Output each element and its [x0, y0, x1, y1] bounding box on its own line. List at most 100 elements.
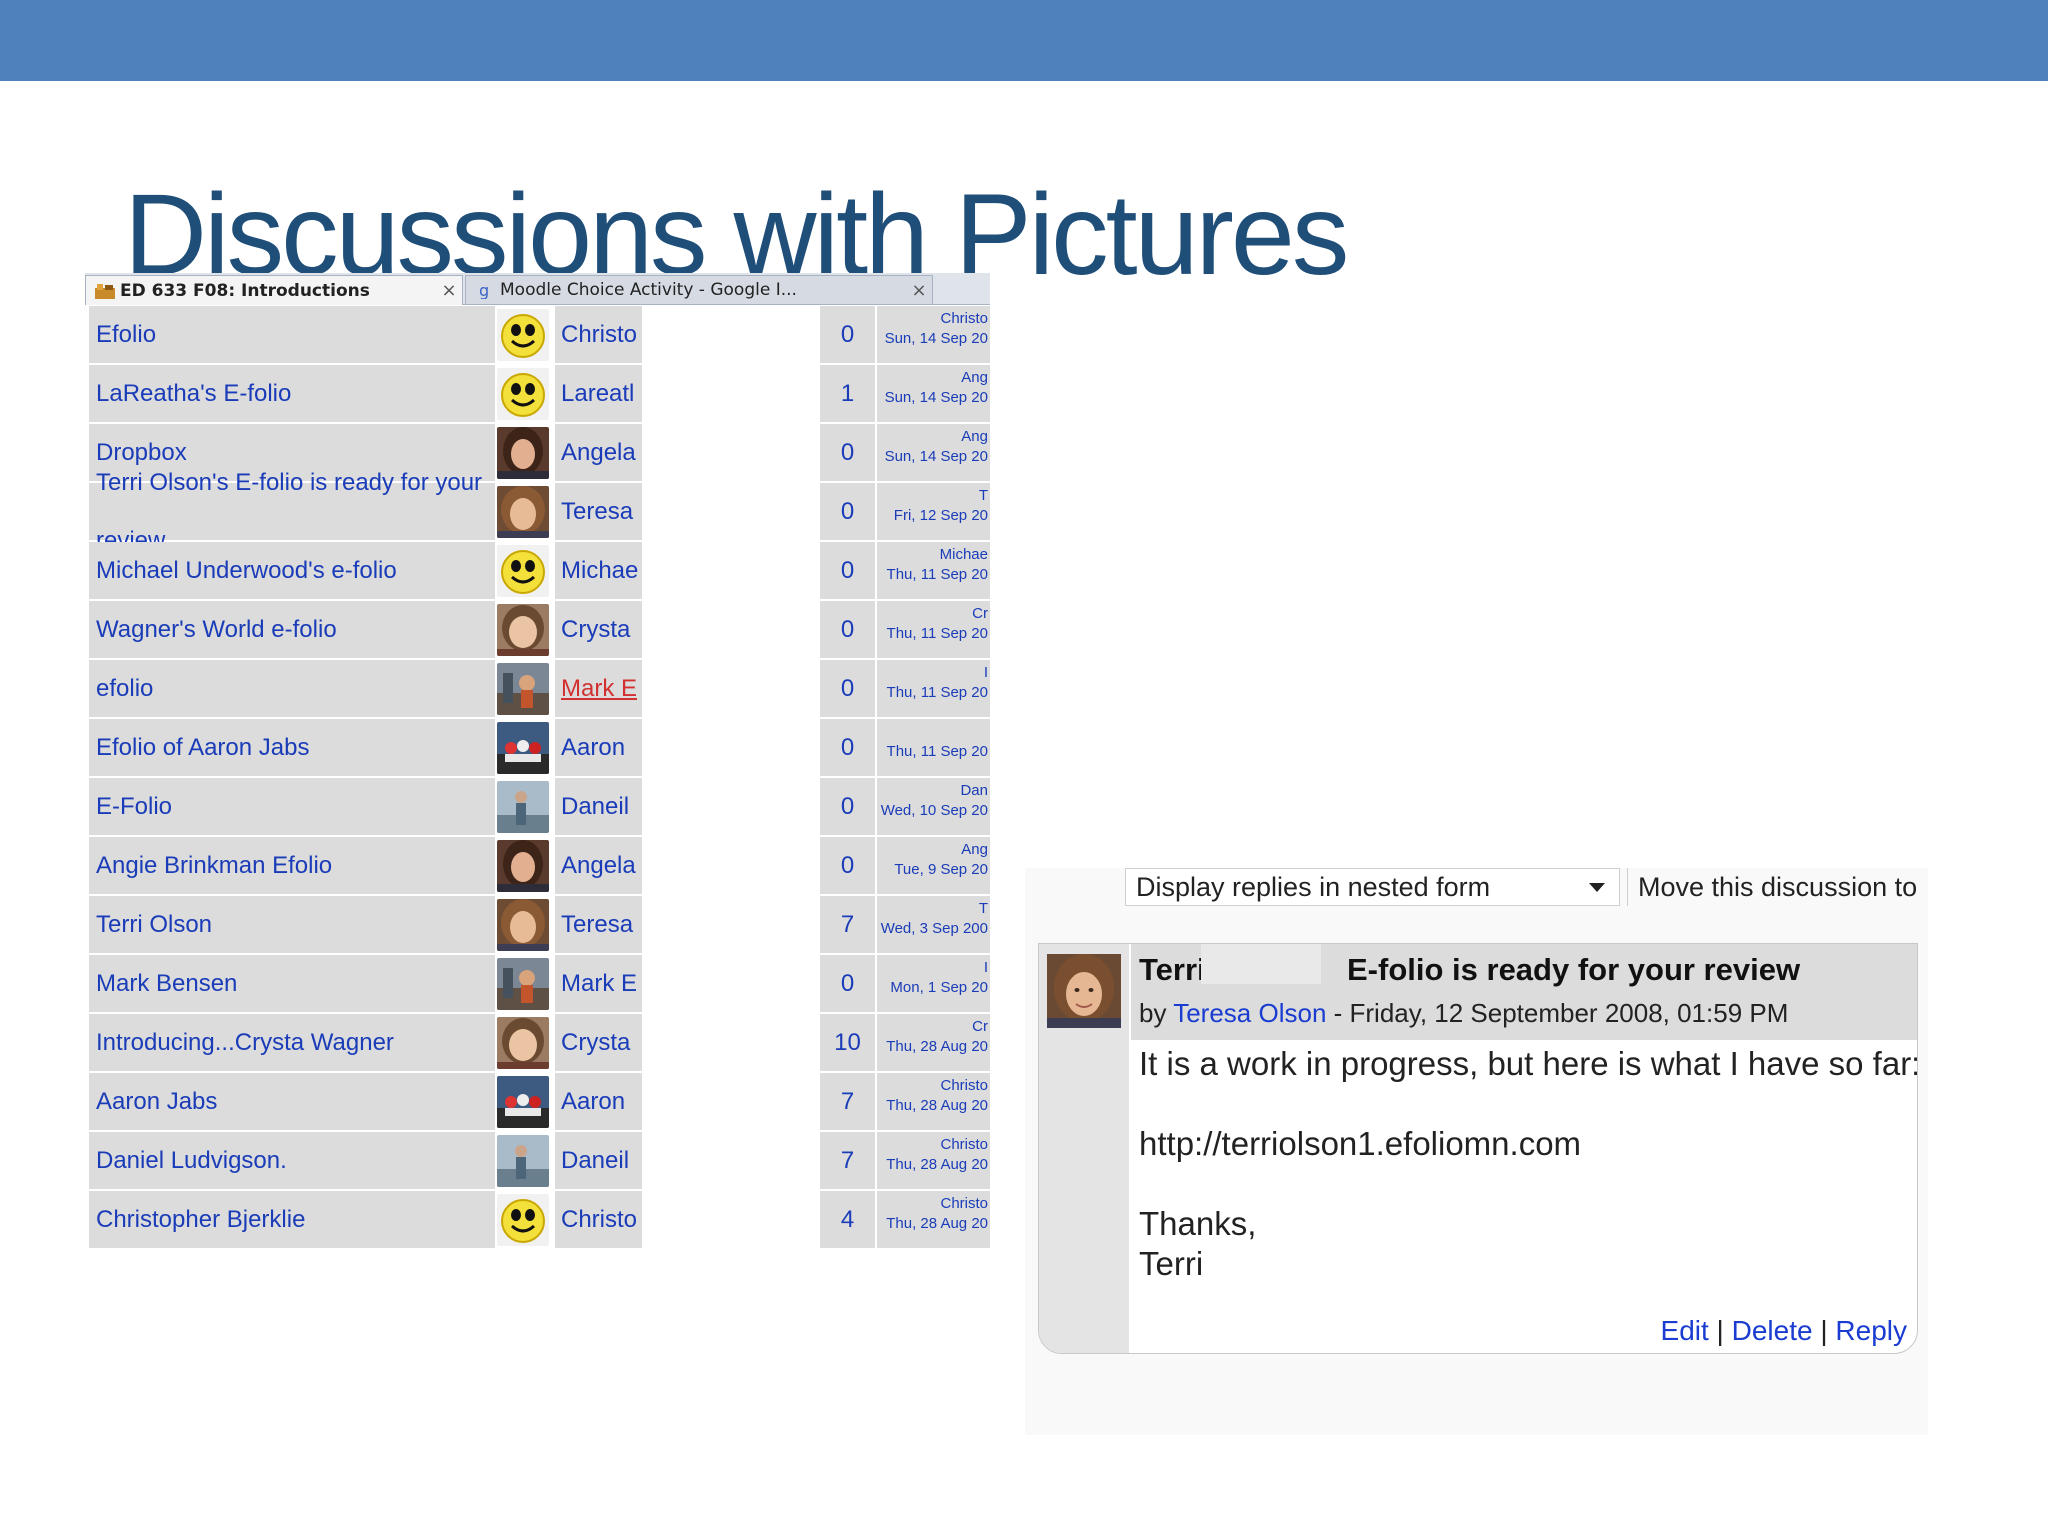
discussion-topic-link[interactable]: Mark Bensen	[89, 955, 495, 1012]
author-text: Teresa	[561, 497, 634, 525]
edit-link[interactable]: Edit	[1661, 1315, 1709, 1346]
action-separator: |	[1708, 1315, 1732, 1346]
table-row: Introducing...Crysta Wagner Crysta 10 Cr Thu…	[85, 1014, 990, 1073]
last-post-link[interactable]: Ang Sun, 14 Sep 20	[877, 365, 990, 422]
avatar[interactable]	[497, 545, 549, 597]
topic-text: efolio	[96, 675, 154, 702]
discussion-topic-link[interactable]: Wagner's World e-folio	[89, 601, 495, 658]
reply-link[interactable]: Reply	[1835, 1315, 1907, 1346]
discussion-topic-link[interactable]: Terri Olson	[89, 896, 495, 953]
browser-tab-label: ED 633 F08: Introductions	[120, 280, 370, 301]
last-post-author: Christo	[940, 310, 988, 327]
last-post-link[interactable]: Michae Thu, 11 Sep 20	[877, 542, 990, 599]
author-link[interactable]: Aaron	[555, 719, 642, 776]
discussion-topic-link[interactable]: Introducing...Crysta Wagner	[89, 1014, 495, 1071]
last-post-date: Thu, 28 Aug 20	[886, 1215, 988, 1232]
discussion-topic-link[interactable]: Efolio	[89, 306, 495, 363]
last-post-link[interactable]: Ang Sun, 14 Sep 20	[877, 424, 990, 481]
author-link[interactable]: Angela	[555, 837, 642, 894]
author-text: Christo	[561, 1205, 638, 1233]
last-post-link[interactable]: Cr Thu, 28 Aug 20	[877, 1014, 990, 1071]
close-icon[interactable]: ×	[906, 280, 932, 301]
last-post-link[interactable]: Christo Thu, 28 Aug 20	[877, 1132, 990, 1189]
last-post-date: Thu, 11 Sep 20	[886, 684, 988, 701]
avatar[interactable]	[497, 899, 549, 951]
last-post-link[interactable]: T Wed, 3 Sep 200	[877, 896, 990, 953]
last-post-link[interactable]: Christo Thu, 28 Aug 20	[877, 1191, 990, 1248]
last-post-link[interactable]: Dan Wed, 10 Sep 20	[877, 778, 990, 835]
display-mode-select[interactable]: Display replies in nested form	[1125, 868, 1620, 906]
avatar[interactable]	[497, 604, 549, 656]
browser-tab-label: Moodle Choice Activity - Google I...	[500, 280, 797, 300]
discussion-topic-link[interactable]: Daniel Ludvigson.	[89, 1132, 495, 1189]
avatar[interactable]	[1047, 954, 1121, 1028]
last-post-link[interactable]: Christo Sun, 14 Sep 20	[877, 306, 990, 363]
author-link[interactable]: Crysta	[555, 1014, 642, 1071]
avatar[interactable]	[497, 1194, 549, 1246]
discussion-topic-link[interactable]: LaReatha's E-folio	[89, 365, 495, 422]
discussion-topic-link[interactable]: Aaron Jabs	[89, 1073, 495, 1130]
avatar[interactable]	[497, 840, 549, 892]
last-post-link[interactable]: Ang Tue, 9 Sep 20	[877, 837, 990, 894]
last-post-link[interactable]: I Mon, 1 Sep 20	[877, 955, 990, 1012]
last-post-date: Thu, 28 Aug 20	[886, 1156, 988, 1173]
avatar[interactable]	[497, 663, 549, 715]
discussion-topic-link[interactable]: Efolio of Aaron Jabs	[89, 719, 495, 776]
avatar[interactable]	[497, 1076, 549, 1128]
close-icon[interactable]: ×	[436, 280, 462, 301]
avatar[interactable]	[497, 486, 549, 538]
author-link[interactable]: Angela	[555, 424, 642, 481]
discussion-topic-link[interactable]: Michael Underwood's e-folio	[89, 542, 495, 599]
last-post-link[interactable]: I Thu, 11 Sep 20	[877, 660, 990, 717]
discussion-topic-link[interactable]: Christopher Bjerklie	[89, 1191, 495, 1248]
last-post-date: Thu, 11 Sep 20	[886, 625, 988, 642]
discussion-topic-link[interactable]: Angie Brinkman Efolio	[89, 837, 495, 894]
last-post-author: Christo	[940, 1195, 988, 1212]
author-link[interactable]: Daneil	[555, 778, 642, 835]
avatar[interactable]	[497, 427, 549, 479]
last-post-author: T	[978, 487, 988, 504]
last-post-link[interactable]: T Fri, 12 Sep 20	[877, 483, 990, 540]
author-link[interactable]: Mark E	[555, 660, 642, 717]
browser-tab-google[interactable]: g Moodle Choice Activity - Google I... ×	[465, 275, 933, 305]
avatar[interactable]	[497, 309, 549, 361]
discussion-topic-link[interactable]: E-Folio	[89, 778, 495, 835]
author-link[interactable]: Teresa	[555, 896, 642, 953]
redacted-area	[642, 365, 820, 422]
discussion-topic-link[interactable]: Terri Olson's E-folio is ready for your r…	[89, 469, 495, 554]
redacted-area	[1201, 944, 1321, 984]
author-link[interactable]: Teresa Olson	[1173, 998, 1326, 1028]
avatar[interactable]	[497, 722, 549, 774]
author-link[interactable]: Michae	[555, 542, 642, 599]
post-subject: E-folio is ready for your review	[1347, 952, 1801, 987]
delete-link[interactable]: Delete	[1732, 1315, 1813, 1346]
author-link[interactable]: Christo	[555, 306, 642, 363]
author-link[interactable]: Lareatl	[555, 365, 642, 422]
author-text: Crysta	[561, 615, 631, 643]
author-link[interactable]: Daneil	[555, 1132, 642, 1189]
last-post-link[interactable]: Cr Thu, 11 Sep 20	[877, 601, 990, 658]
avatar[interactable]	[497, 781, 549, 833]
discussion-topic-link[interactable]: efolio	[89, 660, 495, 717]
author-link[interactable]: Aaron	[555, 1073, 642, 1130]
browser-tab-introductions[interactable]: ED 633 F08: Introductions ×	[85, 275, 463, 305]
last-post-link[interactable]: Christo Thu, 28 Aug 20	[877, 1073, 990, 1130]
author-link[interactable]: Christo	[555, 1191, 642, 1248]
reply-count: 0	[820, 955, 875, 1012]
author-text: Christo	[561, 320, 638, 348]
avatar[interactable]	[497, 1017, 549, 1069]
avatar[interactable]	[497, 368, 549, 420]
topic-text: Aaron Jabs	[96, 1088, 218, 1115]
author-link[interactable]: Crysta	[555, 601, 642, 658]
redacted-area	[642, 955, 820, 1012]
author-link[interactable]: Teresa	[555, 483, 642, 540]
avatar[interactable]	[497, 1135, 549, 1187]
author-link[interactable]: Mark E	[555, 955, 642, 1012]
post-body-line: Terri	[1139, 1245, 1204, 1282]
forum-post: Terri E-folio is ready for your review b…	[1038, 943, 1918, 1354]
last-post-link[interactable]: Thu, 11 Sep 20	[877, 719, 990, 776]
reply-count: 0	[820, 778, 875, 835]
google-icon: g	[474, 281, 496, 299]
avatar[interactable]	[497, 958, 549, 1010]
topic-text: Christopher Bjerklie	[96, 1206, 306, 1233]
